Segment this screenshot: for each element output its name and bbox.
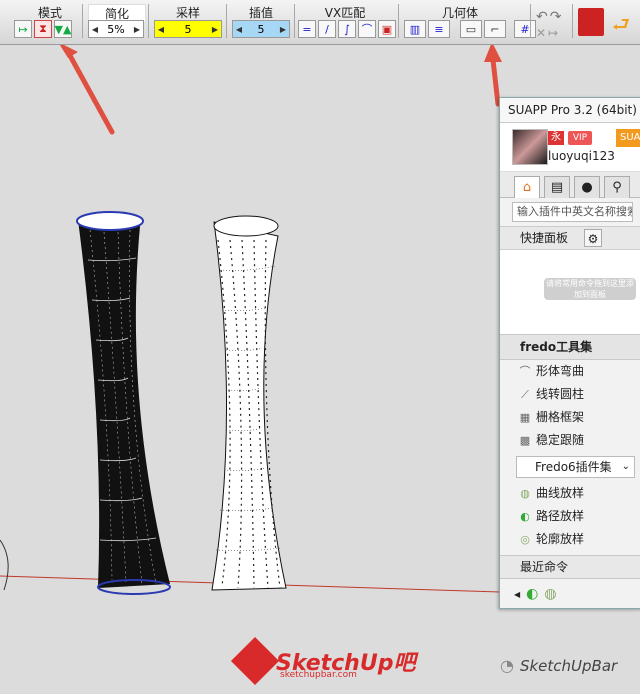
recent-commands-header: 最近命令: [500, 555, 640, 579]
logo-url: sketchupbar.com: [280, 670, 357, 680]
interpolation-spinner[interactable]: ◀ 5 ▶: [232, 20, 290, 38]
list-item[interactable]: ▩ 稳定跟随: [500, 429, 640, 452]
black-tower: [76, 211, 171, 595]
decrease-icon[interactable]: ◀: [89, 25, 101, 34]
back-arrow-icon[interactable]: ⮐: [612, 10, 630, 44]
increase-icon[interactable]: ▶: [277, 25, 289, 34]
quick-panel-label: 快捷面板: [520, 231, 569, 245]
mode-hourglass-icon[interactable]: ⧗: [34, 20, 52, 38]
list-item[interactable]: ◍ 曲线放样: [500, 482, 640, 505]
user-icon[interactable]: ●: [574, 176, 600, 198]
home-icon[interactable]: ⌂: [514, 176, 540, 198]
follow-icon: ▩: [519, 433, 531, 447]
partial-object: [0, 539, 9, 591]
hash-icon[interactable]: #: [514, 20, 536, 38]
geometry-label: 几何体: [441, 6, 478, 20]
mode-extend-icon[interactable]: ↦: [14, 20, 32, 38]
path-loft-icon: ◐: [520, 509, 530, 523]
sampling-value: 5: [184, 22, 192, 36]
graph-icon[interactable]: ⌐: [484, 20, 506, 38]
quick-panel-area[interactable]: 请将常用命令拖到这里添加到面板: [500, 250, 640, 334]
interpolation-label: 插值: [248, 6, 273, 20]
close-icon[interactable]: ✕: [536, 26, 546, 40]
search-input[interactable]: 输入插件中英文名称搜索: [512, 202, 633, 222]
increase-icon[interactable]: ▶: [131, 25, 143, 34]
interpolation-value: 5: [257, 22, 265, 36]
sketchupbar-logo: SketchUp吧 sketchupbar.com: [230, 636, 415, 686]
geometry-buttons: ▥ ≡ ▭ ⌐ #: [404, 20, 536, 38]
badge-vip: VIP: [568, 131, 592, 145]
list-item[interactable]: ◐ 路径放样: [500, 505, 640, 528]
quick-panel-hint: 请将常用命令拖到这里添加到面板: [544, 278, 636, 300]
vx-match-buttons: = / ∫ ⌒ ▣: [298, 20, 396, 38]
recent-commands: ◀ ◐ ◍: [500, 579, 640, 608]
increase-icon[interactable]: ▶: [209, 25, 221, 34]
simplify-value: 5%: [107, 22, 125, 36]
badge-suapp[interactable]: SUA: [616, 129, 640, 147]
equal-icon[interactable]: =: [298, 20, 316, 38]
decrease-icon[interactable]: ◀: [233, 25, 245, 34]
arc-icon[interactable]: ⌒: [358, 20, 376, 38]
white-tower: [211, 215, 287, 591]
square-icon[interactable]: ▣: [378, 20, 396, 38]
line-to-cylinder-icon: ⟋: [521, 387, 529, 401]
line-icon[interactable]: /: [318, 20, 336, 38]
fredo6-dropdown[interactable]: Fredo6插件集 ⌄: [516, 456, 635, 478]
cancel-group: ✕ ↦: [536, 24, 558, 42]
suapp-panel: SUAPP Pro 3.2 (64bit) 永 VIP SUA luoyuqi1…: [499, 97, 640, 609]
white-tower-top: [213, 215, 279, 237]
list-item[interactable]: ⌒ 形体弯曲: [500, 360, 640, 383]
wechat-account: SketchUpBar: [519, 656, 618, 675]
list-item[interactable]: ▦ 栅格框架: [500, 406, 640, 429]
quick-panel-header: 快捷面板 ⚙: [500, 226, 640, 250]
toolbar: 模式 ↦ ⧗ ▼▲ 简化 ◀ 5% ▶ 采样 ◀ 5 ▶ 插值 ◀ 5 ▶ VX…: [0, 0, 640, 45]
curve-loft-icon: ◍: [520, 486, 530, 500]
scroll-left-icon[interactable]: ◀: [514, 590, 520, 599]
user-box: 永 VIP SUA luoyuqi123: [500, 123, 640, 172]
logo-mark: [230, 636, 280, 686]
redo-icon[interactable]: ↷: [550, 9, 562, 25]
mode-label: 模式: [37, 6, 62, 20]
sampling-label: 采样: [175, 6, 200, 20]
wechat-watermark: ◔ SketchUpBar: [500, 656, 617, 675]
box-icon[interactable]: ▭: [460, 20, 482, 38]
badge-forever: 永: [548, 131, 564, 145]
shape-bend-icon: ⌒: [519, 364, 531, 378]
wechat-icon: ◔: [500, 656, 514, 675]
grid-frame-icon: ▦: [519, 410, 531, 424]
panel-tabs: ⌂ ▤ ● ⚲: [500, 172, 640, 198]
tower-top-ellipse: [76, 211, 144, 231]
panel-title: SUAPP Pro 3.2 (64bit): [500, 98, 640, 123]
profile-loft-icon: ◎: [520, 532, 530, 546]
skip-icon[interactable]: ↦: [548, 26, 558, 40]
chevron-down-icon: ⌄: [621, 461, 630, 472]
annotation-arrows: [59, 45, 502, 135]
sampling-spinner[interactable]: ◀ 5 ▶: [154, 20, 222, 38]
image-icon[interactable]: ▤: [544, 176, 570, 198]
decrease-icon[interactable]: ◀: [155, 25, 167, 34]
gear-icon[interactable]: ⚙: [584, 229, 602, 247]
undo-icon[interactable]: ↶: [536, 9, 548, 25]
path-loft-icon[interactable]: ◐: [526, 586, 538, 602]
curve-loft-icon[interactable]: ◍: [544, 586, 556, 602]
lines-icon[interactable]: ≡: [428, 20, 450, 38]
vx-match-label: VX匹配: [324, 6, 366, 20]
curve-icon[interactable]: ∫: [338, 20, 356, 38]
exit-icon[interactable]: [578, 8, 604, 36]
search-icon[interactable]: ⚲: [604, 176, 630, 198]
list-item[interactable]: ⟋ 线转圆柱: [500, 383, 640, 406]
mode-buttons: ↦ ⧗ ▼▲: [14, 20, 72, 38]
mode-arrows-icon[interactable]: ▼▲: [54, 20, 72, 38]
avatar[interactable]: [512, 129, 548, 165]
simplify-spinner[interactable]: ◀ 5% ▶: [88, 20, 144, 38]
fredo-tools-header[interactable]: fredo工具集: [500, 334, 640, 360]
username: luoyuqi123: [548, 149, 615, 163]
list-item[interactable]: ◎ 轮廓放样: [500, 528, 640, 551]
grid-icon[interactable]: ▥: [404, 20, 426, 38]
